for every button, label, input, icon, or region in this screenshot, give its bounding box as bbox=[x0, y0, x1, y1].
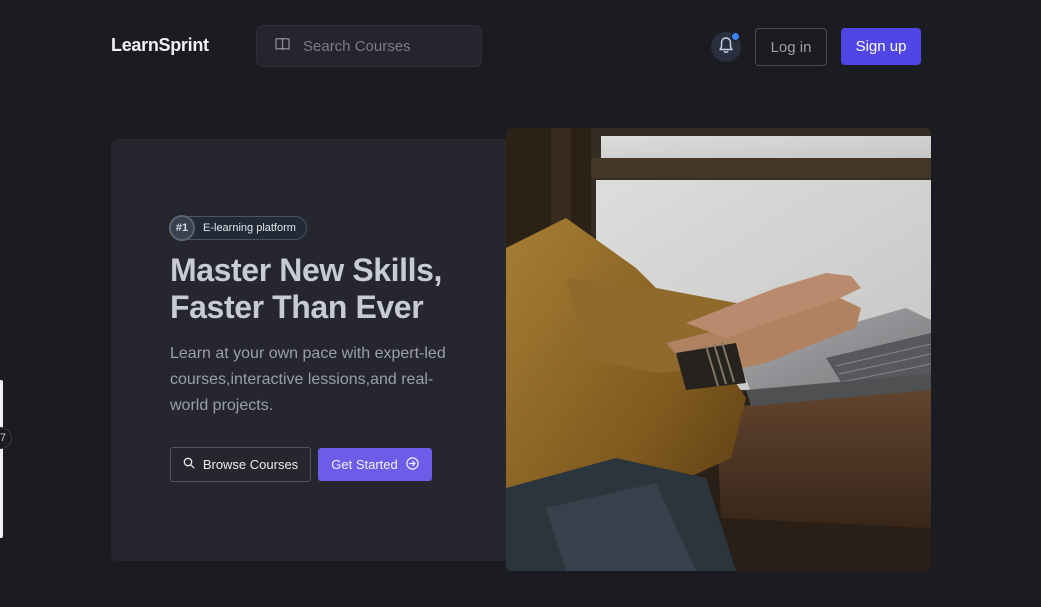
side-widget-handle-text: 7 bbox=[0, 432, 6, 444]
notification-dot bbox=[731, 32, 740, 41]
browse-courses-button[interactable]: Browse Courses bbox=[170, 447, 311, 482]
hero-description: Learn at your own pace with expert-led c… bbox=[170, 345, 446, 414]
login-button[interactable]: Log in bbox=[755, 28, 827, 66]
search-bar[interactable] bbox=[256, 25, 482, 67]
brand-logo[interactable]: LearnSprint bbox=[111, 35, 209, 56]
typing-on-laptop-illustration bbox=[506, 128, 931, 571]
side-feedback-tab[interactable] bbox=[0, 380, 3, 538]
browse-courses-label: Browse Courses bbox=[202, 457, 299, 472]
search-input[interactable] bbox=[303, 37, 463, 55]
book-icon bbox=[275, 37, 290, 56]
badge-text: E-learning platform bbox=[203, 222, 296, 234]
hero-image bbox=[506, 128, 931, 571]
side-widget-handle[interactable]: 7 bbox=[0, 427, 12, 449]
hero-title-line2: Faster Than Ever bbox=[170, 289, 424, 325]
search-icon bbox=[183, 457, 195, 472]
hero-title: Master New Skills, Faster Than Ever bbox=[170, 252, 500, 326]
badge-number: #1 bbox=[169, 215, 195, 241]
arrow-right-circle-icon bbox=[406, 456, 419, 473]
platform-badge: #1 E-learning platform bbox=[169, 215, 307, 241]
get-started-button[interactable]: Get Started bbox=[318, 448, 432, 481]
hero-title-line1: Master New Skills, bbox=[170, 252, 443, 288]
notifications-button[interactable] bbox=[711, 32, 741, 62]
signup-button[interactable]: Sign up bbox=[841, 28, 921, 65]
get-started-label: Get Started bbox=[331, 457, 398, 472]
